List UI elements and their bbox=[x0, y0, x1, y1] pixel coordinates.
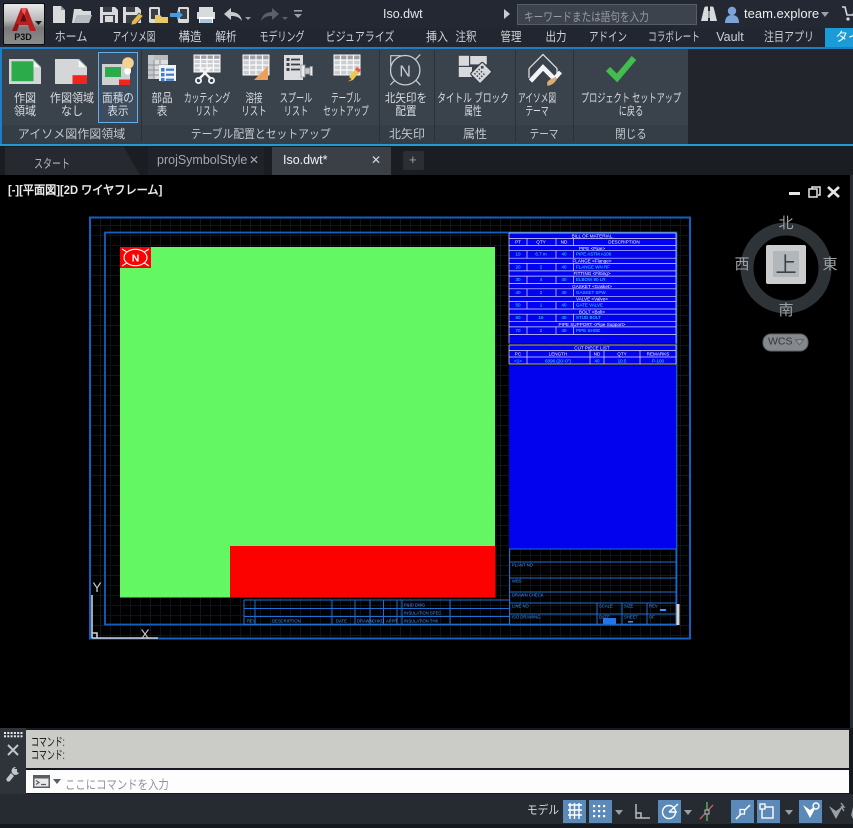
svg-text:PIPE SUPPORT <Pipe Support>: PIPE SUPPORT <Pipe Support> bbox=[559, 322, 626, 327]
svg-text:PIPE <Pipe>: PIPE <Pipe> bbox=[579, 246, 606, 251]
svg-text:BILL OF MATERIAL: BILL OF MATERIAL bbox=[572, 233, 613, 238]
svg-text:WCS: WCS bbox=[768, 336, 793, 348]
svg-text:QTY: QTY bbox=[536, 240, 545, 245]
svg-text:STUD BOLT: STUD BOLT bbox=[576, 315, 601, 320]
svg-text:PC: PC bbox=[515, 352, 522, 357]
svg-text:SHEET: SHEET bbox=[624, 615, 638, 620]
svg-text:LENGTH: LENGTH bbox=[549, 352, 568, 357]
svg-text:GATE VALVE: GATE VALVE bbox=[576, 303, 603, 308]
svg-text:X: X bbox=[140, 626, 150, 642]
svg-text:40: 40 bbox=[515, 290, 521, 295]
svg-text:APPR: APPR bbox=[386, 619, 397, 624]
svg-text:西: 西 bbox=[734, 256, 749, 273]
svg-text:30: 30 bbox=[515, 277, 521, 282]
svg-text:WBS: WBS bbox=[512, 579, 522, 584]
svg-text:20: 20 bbox=[515, 264, 521, 269]
svg-text:40: 40 bbox=[561, 277, 567, 282]
svg-text:INSULATION SPEC: INSULATION SPEC bbox=[404, 611, 441, 616]
svg-text:PLANT NO: PLANT NO bbox=[512, 563, 534, 568]
svg-text:PT: PT bbox=[515, 240, 521, 245]
svg-text:ELBOW 90 LR: ELBOW 90 LR bbox=[576, 277, 606, 282]
svg-text:P-100: P-100 bbox=[652, 358, 665, 363]
svg-text:10: 10 bbox=[515, 252, 521, 257]
svg-text:上: 上 bbox=[776, 254, 797, 277]
svg-text:40: 40 bbox=[561, 315, 567, 320]
svg-text:40: 40 bbox=[561, 328, 567, 333]
svg-text:GASKET <Gasket>: GASKET <Gasket> bbox=[572, 284, 612, 289]
svg-text:REV: REV bbox=[247, 619, 256, 624]
svg-text:40: 40 bbox=[594, 358, 600, 363]
svg-text:6.7 m: 6.7 m bbox=[535, 252, 547, 257]
svg-text:N: N bbox=[132, 253, 140, 265]
svg-text:P&ID DWG: P&ID DWG bbox=[404, 603, 425, 608]
svg-text:40: 40 bbox=[561, 290, 567, 295]
svg-text:VALVE <Valve>: VALVE <Valve> bbox=[576, 297, 608, 302]
svg-text:DRAWN CHECK: DRAWN CHECK bbox=[512, 593, 544, 598]
svg-text:北: 北 bbox=[778, 215, 793, 232]
svg-text:60: 60 bbox=[515, 315, 521, 320]
svg-text:DRAWN: DRAWN bbox=[357, 619, 373, 624]
svg-text:16: 16 bbox=[538, 315, 544, 320]
svg-text:OF: OF bbox=[649, 615, 655, 620]
svg-text:REV: REV bbox=[649, 604, 658, 609]
svg-text:南: 南 bbox=[778, 302, 793, 319]
svg-text:FLANGE <Flange>: FLANGE <Flange> bbox=[572, 259, 611, 264]
svg-text:FLANGE WN RF: FLANGE WN RF bbox=[576, 264, 610, 269]
svg-text:40: 40 bbox=[561, 252, 567, 257]
svg-text:REMARKS: REMARKS bbox=[647, 352, 670, 357]
svg-text:6096 (20'-0"): 6096 (20'-0") bbox=[545, 358, 571, 363]
svg-text:QTY: QTY bbox=[617, 352, 626, 357]
svg-text:40: 40 bbox=[561, 264, 567, 269]
svg-text:SCALE: SCALE bbox=[599, 604, 613, 609]
svg-text:LINE NO: LINE NO bbox=[512, 604, 529, 609]
svg-text:BOLT <Bolt>: BOLT <Bolt> bbox=[579, 309, 605, 314]
svg-text:SIZE: SIZE bbox=[624, 604, 634, 609]
svg-text:ISO DRAWING: ISO DRAWING bbox=[512, 615, 540, 620]
svg-text:<1>: <1> bbox=[514, 358, 522, 363]
svg-text:GASKET SPW: GASKET SPW bbox=[576, 290, 606, 295]
svg-text:CUT PIECE LIST: CUT PIECE LIST bbox=[574, 346, 610, 351]
svg-text:Y: Y bbox=[92, 579, 102, 595]
svg-text:PIPE SHOE: PIPE SHOE bbox=[576, 328, 600, 333]
svg-text:INSULATION THK: INSULATION THK bbox=[404, 619, 438, 624]
svg-text:東: 東 bbox=[822, 256, 837, 273]
svg-text:50: 50 bbox=[515, 303, 521, 308]
svg-text:10.5: 10.5 bbox=[618, 358, 627, 363]
svg-text:70: 70 bbox=[515, 328, 521, 333]
svg-text:FITTING <Fitting>: FITTING <Fitting> bbox=[573, 271, 610, 276]
svg-text:40: 40 bbox=[561, 303, 567, 308]
svg-text:N: N bbox=[399, 64, 411, 81]
svg-text:DESCRIPTION: DESCRIPTION bbox=[608, 240, 639, 245]
svg-text:DATE: DATE bbox=[336, 619, 347, 624]
svg-text:ND: ND bbox=[561, 240, 568, 245]
svg-text:ND: ND bbox=[594, 352, 601, 357]
svg-text:P3D: P3D bbox=[14, 32, 32, 42]
svg-text:PIPE ASTM A106: PIPE ASTM A106 bbox=[576, 252, 612, 257]
svg-text:DESCRIPTION: DESCRIPTION bbox=[272, 619, 301, 624]
svg-text:CHKD: CHKD bbox=[372, 619, 384, 624]
